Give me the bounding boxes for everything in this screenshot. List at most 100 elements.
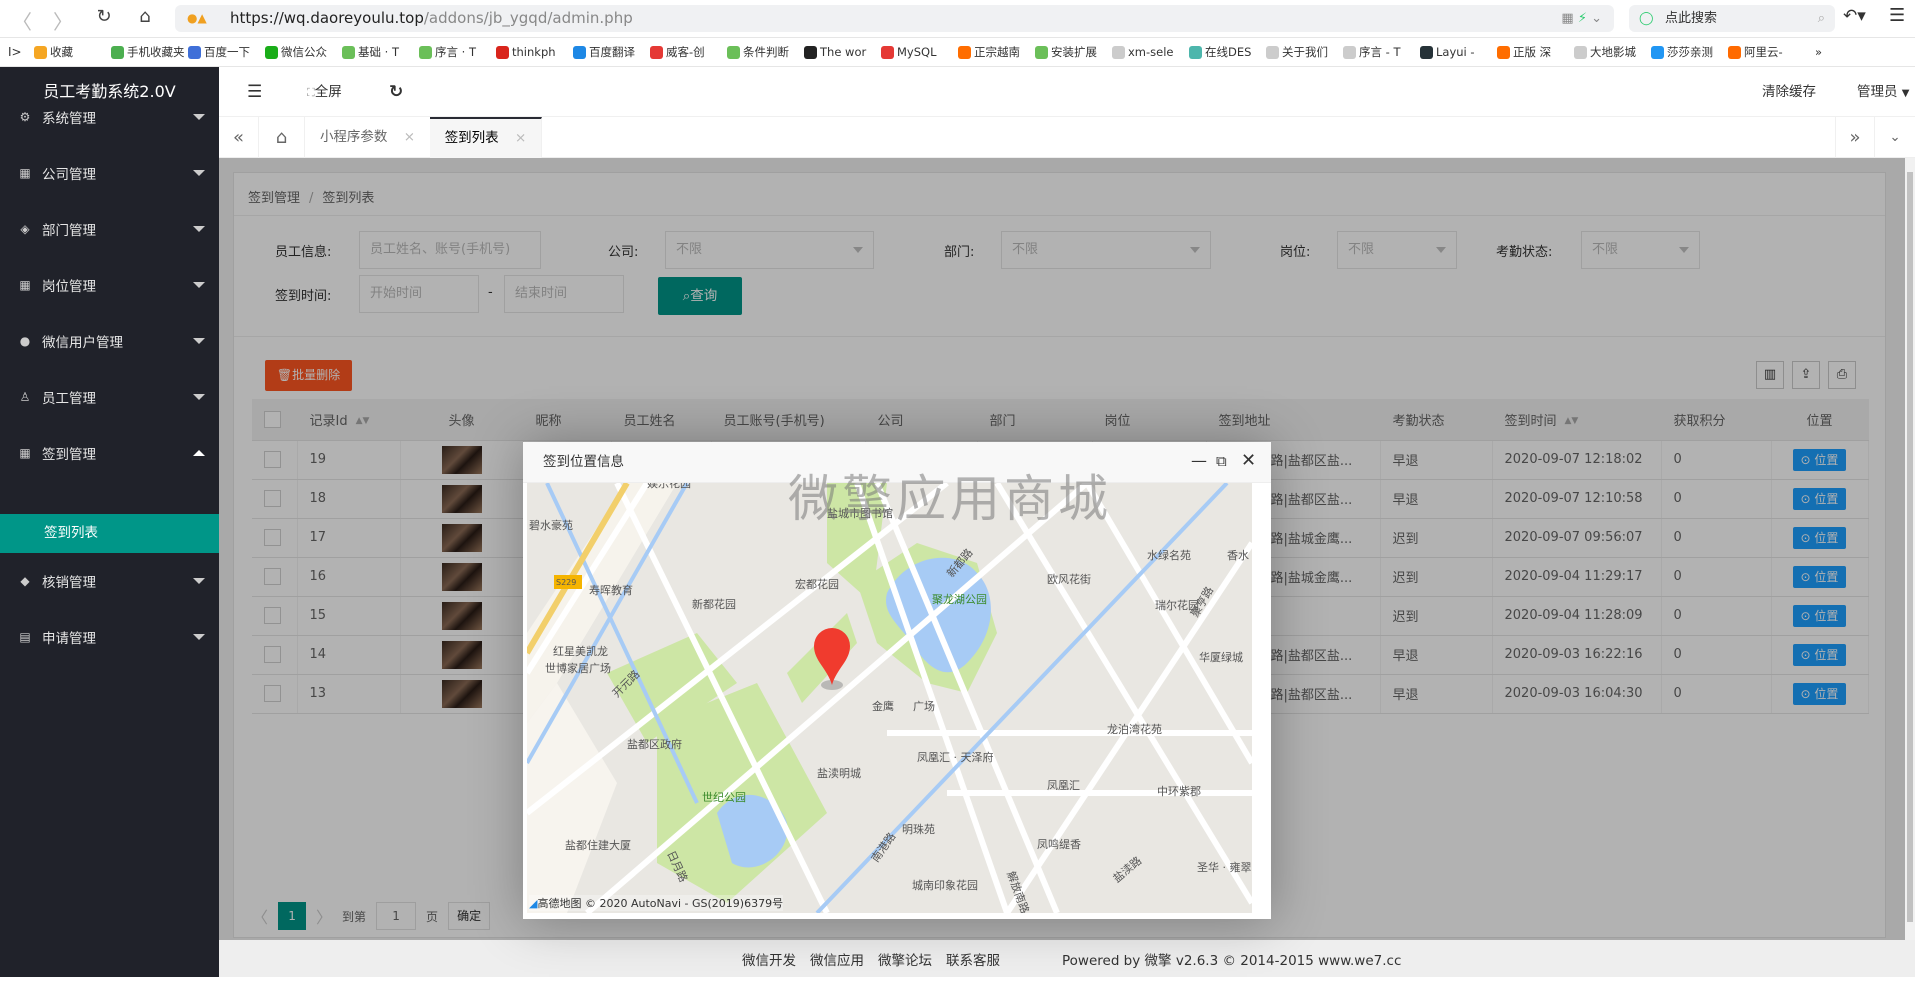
map-label: 城南印象花园 [912, 879, 978, 892]
page-scrollbar[interactable] [1905, 158, 1915, 940]
clear-cache-button[interactable]: 清除缓存 [1762, 67, 1816, 117]
close-icon[interactable]: × [404, 129, 415, 145]
refresh-icon[interactable]: ↻ [389, 67, 403, 117]
browser-search[interactable]: ◯ 点此搜索 ⌕ [1629, 5, 1835, 32]
bookmark-icon [342, 45, 355, 59]
bookmark-label: 正版 深 [1513, 45, 1552, 59]
minimize-icon[interactable]: — [1191, 451, 1207, 470]
search-icon[interactable]: ⌕ [1818, 5, 1825, 32]
bookmark-item[interactable]: 手机收藏夹 [111, 44, 188, 60]
fullscreen-button[interactable]: ⛶全屏 [307, 67, 342, 117]
bookmark-icon [650, 45, 663, 59]
bookmark-item[interactable]: 序言 · T [419, 44, 496, 60]
undo-icon[interactable]: ↶▾ [1843, 6, 1866, 26]
menu-icon: ▦ [19, 166, 31, 180]
bookmark-item[interactable]: 关于我们 [1266, 44, 1343, 60]
forward-icon[interactable]: 〉 [50, 6, 76, 35]
search-placeholder: 点此搜索 [1665, 11, 1718, 26]
home-icon[interactable]: ⌂ [132, 6, 158, 27]
bookmark-item[interactable]: Layui - [1420, 44, 1497, 60]
sidebar-item[interactable]: ⚙ 系统管理 [0, 89, 219, 145]
footer: 微信开发 微信应用 微擎论坛 联系客服 Powered by 微擎 v2.6.3 © … [219, 940, 1915, 977]
map-label: 欧风花街 [1047, 572, 1091, 586]
map-label: 娱乐花园 [647, 483, 691, 490]
bookmark-item[interactable]: MySQL [881, 44, 958, 60]
map-label: 新都花园 [692, 597, 736, 611]
map-label: 盐都区政府 [627, 737, 682, 751]
sidebar-item[interactable]: ▤ 申请管理 [0, 609, 219, 665]
copyright-text: 高德地图 © 2020 AutoNavi - GS(2019)6379号 [537, 897, 784, 910]
bookmark-item[interactable]: thinkph [496, 44, 573, 60]
bookmark-item[interactable]: xm-sele [1112, 44, 1189, 60]
tabs-dropdown-icon[interactable]: ⌄ [1875, 117, 1915, 158]
menu-icon[interactable]: ☰ [1889, 5, 1905, 26]
bookmark-item[interactable]: 莎莎亲测 [1651, 44, 1728, 60]
close-icon[interactable]: ✕ [1241, 450, 1256, 471]
bookmark-item[interactable]: 基础 · T [342, 44, 419, 60]
close-icon[interactable]: × [515, 130, 526, 146]
bookmark-item[interactable]: 安装扩展 [1035, 44, 1112, 60]
bookmark-label: 序言 - T [1359, 45, 1401, 59]
footer-link[interactable]: 联系客服 [946, 940, 1000, 982]
sidebar-item[interactable]: ▦ 签到管理 [0, 425, 219, 481]
tabs-scroll-left-icon[interactable]: « [219, 117, 259, 158]
footer-link[interactable]: 微擎论坛 [878, 940, 932, 982]
sidebar-item[interactable]: ◆ 核销管理 [0, 553, 219, 609]
map-label: 水绿名苑 [1147, 548, 1191, 562]
bookmark-item[interactable]: 威客-创 [650, 44, 727, 60]
tab-sign-list[interactable]: 签到列表 × [430, 117, 542, 158]
tabs-scroll-right-icon[interactable]: » [1835, 117, 1875, 158]
bookmark-item[interactable]: 正宗越南 [958, 44, 1035, 60]
sidebar-item[interactable]: ▦ 公司管理 [0, 145, 219, 201]
scrollbar-thumb[interactable] [1907, 172, 1913, 922]
sidebar-toggle-icon[interactable]: I> [8, 45, 34, 59]
footer-link[interactable]: 微信应用 [810, 940, 864, 982]
sidebar-subitem-sign-list[interactable]: 签到列表 [0, 514, 219, 553]
bookmarks-bar: I> 收藏 手机收藏夹 百度一下 微信公众 基础 · T 序言 · T thinkph 百度翻… [0, 37, 1915, 67]
bookmark-icon [34, 45, 47, 59]
tab-mini-program-params[interactable]: 小程序参数 × [305, 117, 430, 158]
sidebar-item[interactable]: ♙ 员工管理 [0, 369, 219, 425]
bookmark-item[interactable]: 正版 深 [1497, 44, 1574, 60]
collapse-menu-icon[interactable]: ☰ [247, 67, 262, 117]
bookmark-item[interactable]: 大地影城 [1574, 44, 1651, 60]
sidebar-item-label: 申请管理 [42, 631, 96, 647]
back-icon[interactable]: 〈 [9, 6, 35, 35]
footer-link[interactable]: 微信开发 [742, 940, 796, 982]
bookmark-item[interactable]: 百度一下 [188, 44, 265, 60]
user-menu[interactable]: 管理员 ▼ [1857, 67, 1910, 117]
bookmark-item[interactable]: 微信公众 [265, 44, 342, 60]
maximize-icon[interactable]: ⧉ [1216, 452, 1227, 470]
bookmark-label: thinkph [512, 45, 556, 59]
bookmark-item[interactable]: 收藏 [34, 44, 111, 60]
bookmark-label: The wor [820, 45, 867, 59]
modal-title: 签到位置信息 [543, 454, 624, 470]
bookmark-label: 手机收藏夹 [127, 45, 185, 59]
fullscreen-label: 全屏 [314, 84, 342, 100]
bookmark-label: 百度一下 [204, 45, 250, 59]
more-bookmarks-icon[interactable]: » [1815, 45, 1822, 59]
bookmark-label: 序言 · T [435, 45, 476, 59]
sidebar-item[interactable]: ● 微信用户管理 [0, 313, 219, 369]
map[interactable]: 娱乐花园 盐城市图书馆 碧水豪苑 水绿名苑 香水 寿晖教育 宏都花园 新都花园 聚龙湖公园 欧风花… [527, 483, 1252, 913]
address-bar[interactable]: ●▲ https://wq.daoreyoulu.top/addons/jb_y… [175, 5, 1614, 32]
bookmark-item[interactable]: The wor [804, 44, 881, 60]
sidebar-item-label: 岗位管理 [42, 279, 96, 295]
bookmark-item[interactable]: 序言 - T [1343, 44, 1420, 60]
bookmark-item[interactable]: 在线DES [1189, 44, 1266, 60]
lock-warning-icon: ●▲ [187, 11, 207, 25]
sidebar-item[interactable]: ◈ 部门管理 [0, 201, 219, 257]
qr-lightning-dropdown-icon[interactable]: ▦ ⚡ ⌄ [1561, 5, 1602, 32]
search-engine-icon[interactable]: ◯ [1639, 5, 1654, 32]
location-modal: 签到位置信息 — ⧉ ✕ 娱乐花园 盐城市图书馆 碧水豪苑 水绿名苑 香水 寿晖… [523, 442, 1271, 919]
caret-down-icon [193, 394, 205, 400]
bookmark-item[interactable]: 阿里云- [1728, 44, 1805, 60]
watermark: 微擎应用商城 [788, 470, 1112, 528]
sidebar-item[interactable]: ▦ 岗位管理 [0, 257, 219, 313]
footer-links: 微信开发 微信应用 微擎论坛 联系客服 [742, 940, 1000, 982]
map-canvas[interactable]: 娱乐花园盐城市图书馆碧水豪苑水绿名苑 香水寿晖教育 宏都花园新都花园 聚龙湖公园欧风花… [527, 483, 1252, 913]
home-tab-icon[interactable]: ⌂ [259, 117, 305, 158]
bookmark-item[interactable]: 条件判断 [727, 44, 804, 60]
bookmark-item[interactable]: 百度翻译 [573, 44, 650, 60]
reload-icon[interactable]: ↻ [91, 6, 117, 27]
